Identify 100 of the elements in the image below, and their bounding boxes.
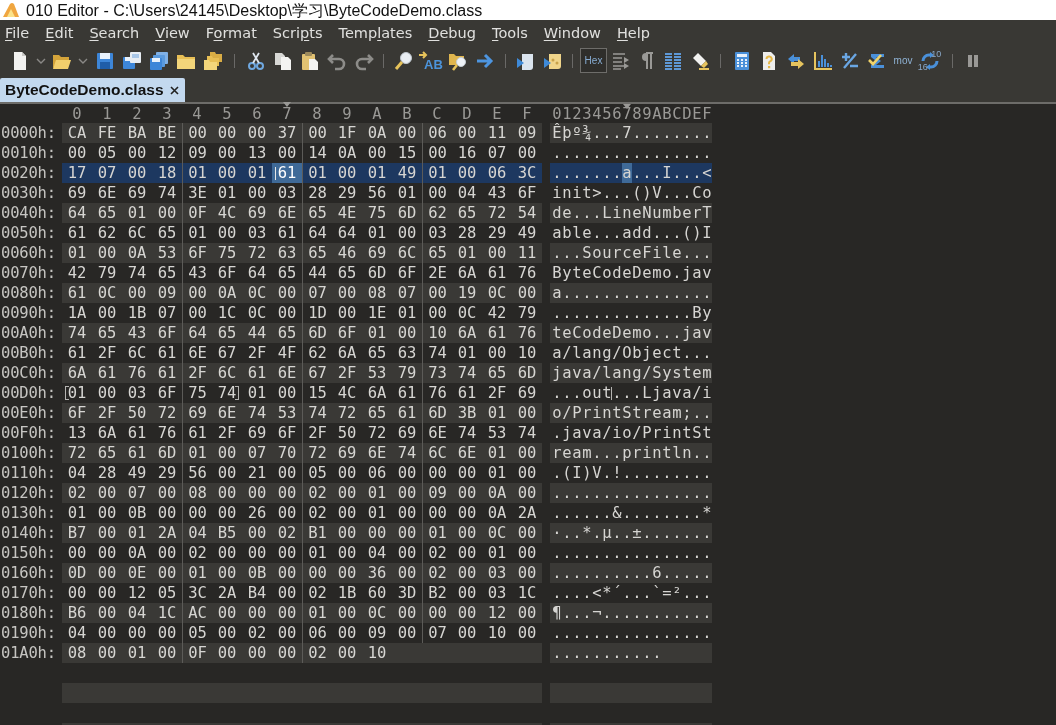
hex-byte[interactable]: 00 bbox=[92, 543, 122, 563]
hex-byte[interactable]: 00 bbox=[512, 463, 542, 483]
hex-byte[interactable]: 2A bbox=[512, 503, 542, 523]
hex-byte[interactable]: 00 bbox=[512, 563, 542, 583]
hex-byte[interactable]: 00 bbox=[332, 503, 362, 523]
ascii-text[interactable]: Êþº¾...7........ bbox=[550, 123, 712, 143]
hex-byte[interactable]: CA bbox=[62, 123, 92, 143]
hex-byte[interactable]: 01 bbox=[362, 223, 392, 243]
hex-byte[interactable]: 16 bbox=[452, 143, 482, 163]
hex-byte[interactable]: 67 bbox=[212, 343, 242, 363]
hex-byte[interactable]: 09 bbox=[362, 623, 392, 643]
hex-byte[interactable]: 00 bbox=[452, 563, 482, 583]
close-icon[interactable] bbox=[169, 85, 179, 95]
ascii-text[interactable]: ·..*.µ..±....... bbox=[550, 523, 712, 543]
hex-byte[interactable]: 29 bbox=[332, 183, 362, 203]
hex-byte[interactable]: 37 bbox=[272, 123, 302, 143]
hex-byte[interactable]: 43 bbox=[122, 323, 152, 343]
hex-byte[interactable]: 00 bbox=[392, 123, 422, 143]
hex-byte[interactable]: 74 bbox=[452, 423, 482, 443]
base-converter-button[interactable]: 10 16 bbox=[916, 47, 943, 74]
hex-byte[interactable]: 65 bbox=[272, 323, 302, 343]
hex-byte[interactable]: 72 bbox=[242, 243, 272, 263]
hex-byte[interactable]: 6E bbox=[272, 363, 302, 383]
hex-byte[interactable]: 2A bbox=[212, 583, 242, 603]
hex-byte[interactable]: 01 bbox=[362, 323, 392, 343]
hex-byte[interactable]: 61 bbox=[122, 423, 152, 443]
hex-byte[interactable]: 6E bbox=[362, 443, 392, 463]
hex-byte[interactable]: 69 bbox=[392, 423, 422, 443]
hex-byte[interactable]: 65 bbox=[302, 243, 332, 263]
hex-byte[interactable]: 00 bbox=[332, 483, 362, 503]
hex-byte[interactable]: 61 bbox=[242, 363, 272, 383]
hex-byte[interactable]: 00 bbox=[392, 323, 422, 343]
hex-byte[interactable]: 72 bbox=[302, 443, 332, 463]
hex-byte[interactable]: 6E bbox=[92, 183, 122, 203]
hex-byte[interactable]: 69 bbox=[332, 443, 362, 463]
hex-byte[interactable]: 1F bbox=[332, 123, 362, 143]
hex-byte[interactable]: 49 bbox=[392, 163, 422, 183]
ascii-text[interactable]: ........... bbox=[550, 643, 712, 663]
hex-byte[interactable]: 3B bbox=[452, 403, 482, 423]
hex-byte[interactable]: 6A bbox=[62, 363, 92, 383]
hex-byte[interactable]: 6D bbox=[362, 263, 392, 283]
hex-byte[interactable]: 65 bbox=[92, 443, 122, 463]
hex-byte[interactable]: 00 bbox=[122, 163, 152, 183]
hex-byte[interactable]: 06 bbox=[422, 123, 452, 143]
hex-byte[interactable]: 07 bbox=[92, 163, 122, 183]
hex-byte[interactable]: 53 bbox=[152, 243, 182, 263]
hex-byte[interactable]: 6C bbox=[392, 243, 422, 263]
menu-item[interactable]: File bbox=[5, 22, 30, 43]
hex-byte[interactable]: 61 bbox=[122, 443, 152, 463]
hex-byte[interactable]: 00 bbox=[392, 603, 422, 623]
hex-byte[interactable]: 00 bbox=[272, 583, 302, 603]
hex-byte[interactable]: 00 bbox=[122, 283, 152, 303]
hex-byte[interactable]: FE bbox=[92, 123, 122, 143]
hex-byte[interactable]: 00 bbox=[512, 523, 542, 543]
hex-byte[interactable]: 01 bbox=[422, 523, 452, 543]
hex-byte[interactable]: 1C bbox=[212, 303, 242, 323]
hex-byte[interactable]: 00 bbox=[272, 483, 302, 503]
hex-byte[interactable]: 01 bbox=[302, 163, 332, 183]
hex-byte[interactable]: 6D bbox=[392, 203, 422, 223]
hex-byte[interactable]: 00 bbox=[92, 503, 122, 523]
hex-byte[interactable]: 65 bbox=[272, 263, 302, 283]
hex-byte[interactable]: 6C bbox=[122, 343, 152, 363]
hex-byte[interactable]: 00 bbox=[392, 523, 422, 543]
hex-byte[interactable]: 00 bbox=[482, 343, 512, 363]
hex-byte[interactable]: 00 bbox=[152, 503, 182, 523]
hex-byte[interactable]: 61 bbox=[92, 363, 122, 383]
hex-byte[interactable]: 79 bbox=[392, 363, 422, 383]
hex-byte[interactable]: 00 bbox=[242, 543, 272, 563]
ascii-text[interactable]: ................ bbox=[550, 483, 712, 503]
hex-byte[interactable]: 42 bbox=[482, 303, 512, 323]
hex-byte[interactable]: 00 bbox=[422, 603, 452, 623]
hex-byte[interactable]: 00 bbox=[272, 543, 302, 563]
menu-item[interactable]: Format bbox=[205, 22, 257, 43]
hex-byte[interactable]: 00 bbox=[152, 203, 182, 223]
hex-byte[interactable]: 3C bbox=[512, 163, 542, 183]
hex-byte[interactable]: 75 bbox=[362, 203, 392, 223]
hex-byte[interactable]: 07 bbox=[302, 283, 332, 303]
hex-byte[interactable]: 44 bbox=[242, 323, 272, 343]
hex-byte[interactable]: 00 bbox=[482, 243, 512, 263]
hex-byte[interactable]: 6F bbox=[152, 323, 182, 343]
hex-byte[interactable]: 70 bbox=[272, 443, 302, 463]
hex-byte[interactable]: 6A bbox=[92, 423, 122, 443]
hex-byte[interactable]: 00 bbox=[512, 283, 542, 303]
hex-byte[interactable]: 01 bbox=[62, 503, 92, 523]
hex-byte[interactable]: 01 bbox=[62, 243, 92, 263]
hex-byte[interactable]: 00 bbox=[332, 623, 362, 643]
hex-byte[interactable]: 1C bbox=[512, 583, 542, 603]
hex-byte[interactable]: 12 bbox=[482, 603, 512, 623]
disassembler-button[interactable]: mov bbox=[890, 47, 916, 74]
hex-byte[interactable]: 00 bbox=[272, 603, 302, 623]
hex-byte[interactable]: 2F bbox=[242, 343, 272, 363]
ascii-text[interactable]: ................ bbox=[550, 143, 712, 163]
hex-byte[interactable]: 4F bbox=[272, 343, 302, 363]
hex-byte[interactable]: 17 bbox=[62, 163, 92, 183]
hex-byte[interactable]: 6A bbox=[332, 343, 362, 363]
hex-byte[interactable]: 02 bbox=[242, 623, 272, 643]
hex-byte[interactable]: 61 bbox=[272, 223, 302, 243]
hex-byte[interactable]: 64 bbox=[182, 323, 212, 343]
hex-byte[interactable]: 01 bbox=[422, 163, 452, 183]
ascii-text[interactable]: able...add...()I bbox=[550, 223, 712, 243]
